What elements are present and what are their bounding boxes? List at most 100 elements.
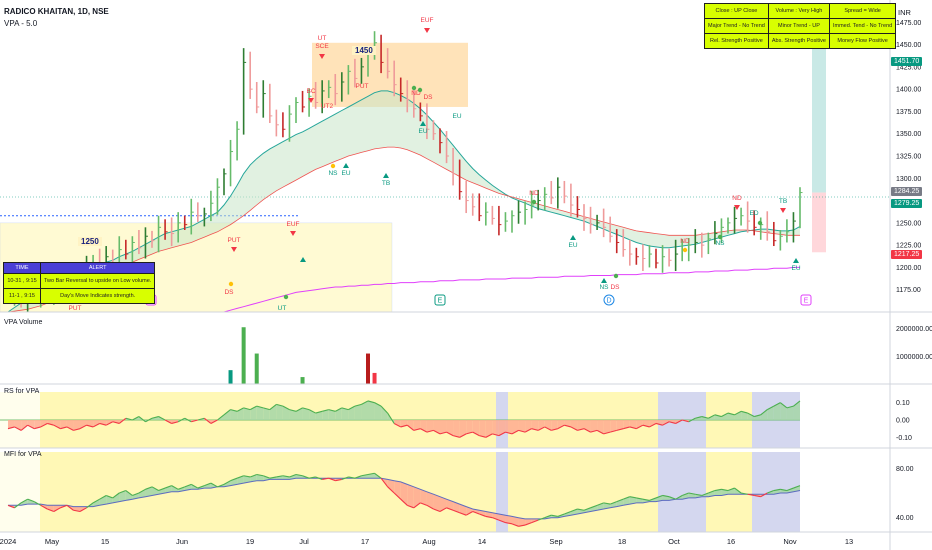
alert-time: 10-31 , 9:15 (3, 273, 41, 289)
volume-axis-tick: 2000000.00 (896, 326, 932, 333)
annotation-ns: NS (599, 284, 609, 291)
price-axis-tick: 1450.00 (896, 42, 921, 49)
rs-fill (453, 420, 460, 438)
annotation-bc: BC (306, 88, 315, 95)
annotation-ut: UT (278, 305, 287, 312)
alert-table: TIME ALERT 10-31 , 9:15 Two Bar Reversal… (3, 262, 156, 304)
time-axis-tick: Oct (668, 537, 681, 546)
time-axis-tick: Jul (299, 537, 309, 546)
time-axis-tick: 15 (101, 537, 109, 546)
volume-bar (300, 377, 305, 384)
volume-bar (241, 327, 246, 384)
annotation-euf: EUF (421, 17, 434, 24)
price-axis-tick: 1475.00 (896, 20, 921, 27)
volume-pane-title: VPA Volume (4, 319, 43, 326)
annotation-ut2: UT2 (321, 103, 334, 110)
rs-fill (479, 420, 486, 438)
alert-header-time: TIME (3, 262, 41, 274)
level-label-1250: 1250 (78, 237, 102, 246)
stop-zone (812, 192, 826, 253)
buy-signal-triangle (793, 258, 799, 263)
price-tag-close: 1279.25 (891, 199, 923, 208)
price-axis-tick: 1200.00 (896, 265, 921, 272)
event-marker-label: E (804, 298, 809, 305)
annotation-eu: EU (341, 170, 350, 177)
annotation-ds: DS (610, 284, 620, 291)
signal-dot (613, 273, 619, 279)
time-axis-tick: Jun (176, 537, 188, 546)
annotation-eu: EU (568, 242, 577, 249)
level-label-1450: 1450 (352, 46, 376, 55)
annotation-nd: ND (680, 238, 690, 245)
mfi-axis-tick: 40.00 (896, 515, 914, 522)
time-axis-tick: 14 (478, 537, 486, 546)
sell-signal-triangle (780, 208, 786, 213)
annotation-eu: EU (452, 113, 461, 120)
signal-dot (717, 234, 723, 240)
annotation-euf: EUF (287, 221, 300, 228)
rs-fill (276, 404, 283, 420)
time-axis-tick: 2024 (0, 537, 16, 546)
time-axis-tick: Nov (783, 537, 797, 546)
time-axis-tick: May (45, 537, 59, 546)
mfi-pane-title: MFI for VPA (4, 451, 42, 458)
signal-dot (682, 247, 688, 253)
annotation-put: PUT (356, 83, 369, 90)
annotation-nd: ND (732, 195, 742, 202)
signal-dot (531, 199, 537, 205)
annotation-ds: DS (423, 94, 433, 101)
alert-text: Two Bar Reversal to upside on Low volume… (39, 273, 156, 289)
rs-fill (256, 406, 264, 420)
price-axis-tick: 1325.00 (896, 154, 921, 161)
annotation-tb: TB (779, 198, 787, 205)
time-axis-tick: 19 (246, 537, 254, 546)
symbol-title: RADICO KHAITAN, 1D, NSE (4, 7, 109, 16)
annotation-ns: NS (328, 170, 338, 177)
rs-fill (505, 420, 512, 434)
annotation-sce: SCE (315, 43, 329, 50)
annotation-tb: TB (382, 180, 390, 187)
time-axis-tick: Sep (549, 537, 562, 546)
mfi-regime-band (0, 452, 40, 532)
price-axis-tick: 1250.00 (896, 220, 921, 227)
time-axis-tick: 16 (727, 537, 735, 546)
price-axis-tick: 1175.00 (896, 287, 921, 294)
annotation-ds: DS (224, 289, 234, 296)
rs-fill (466, 420, 473, 434)
volume-bar (254, 353, 259, 384)
time-axis-tick: 13 (845, 537, 853, 546)
trend-cell: Volume : Very High (767, 3, 830, 19)
trend-cell: Spread = Wide (828, 3, 897, 19)
target-zone (812, 42, 826, 193)
mfi-regime-band (658, 452, 706, 532)
signal-dot (411, 85, 417, 91)
rs-pane-title: RS for VPA (4, 388, 40, 395)
trend-table: Close : UP Close Volume : Very High Spre… (704, 3, 897, 49)
price-axis-tick: 1400.00 (896, 87, 921, 94)
signal-dot (757, 220, 763, 226)
annotation-nd: ND (529, 190, 539, 197)
buy-signal-triangle (570, 235, 576, 240)
buy-signal-triangle (601, 278, 607, 283)
buy-signal-triangle (383, 173, 389, 178)
rs-axis-tick: 0.10 (896, 400, 910, 407)
price-axis-tick: 1300.00 (896, 176, 921, 183)
price-axis-tick: 1350.00 (896, 131, 921, 138)
event-marker-label: D (606, 298, 611, 305)
price-tag-last: 1284.25 (891, 187, 923, 196)
trend-cell: Immed. Tend - No Trend (828, 18, 897, 34)
time-axis-tick: Aug (422, 537, 435, 546)
price-axis-tick: 1375.00 (896, 109, 921, 116)
mfi-fill (407, 484, 414, 508)
time-axis-tick: 17 (361, 537, 369, 546)
price-tag-stop: 1217.25 (891, 250, 923, 259)
annotation-ns: NS (715, 240, 725, 247)
trend-cell: Abs. Strength Positive (767, 33, 830, 49)
volume-bar (372, 372, 377, 384)
time-axis-tick: 18 (618, 537, 626, 546)
signal-dot (283, 294, 289, 300)
mfi-axis-tick: 80.00 (896, 466, 914, 473)
trend-cell: Major Trend - No Trend (704, 18, 769, 34)
event-marker-label: E (438, 298, 443, 305)
buy-signal-triangle (343, 163, 349, 168)
